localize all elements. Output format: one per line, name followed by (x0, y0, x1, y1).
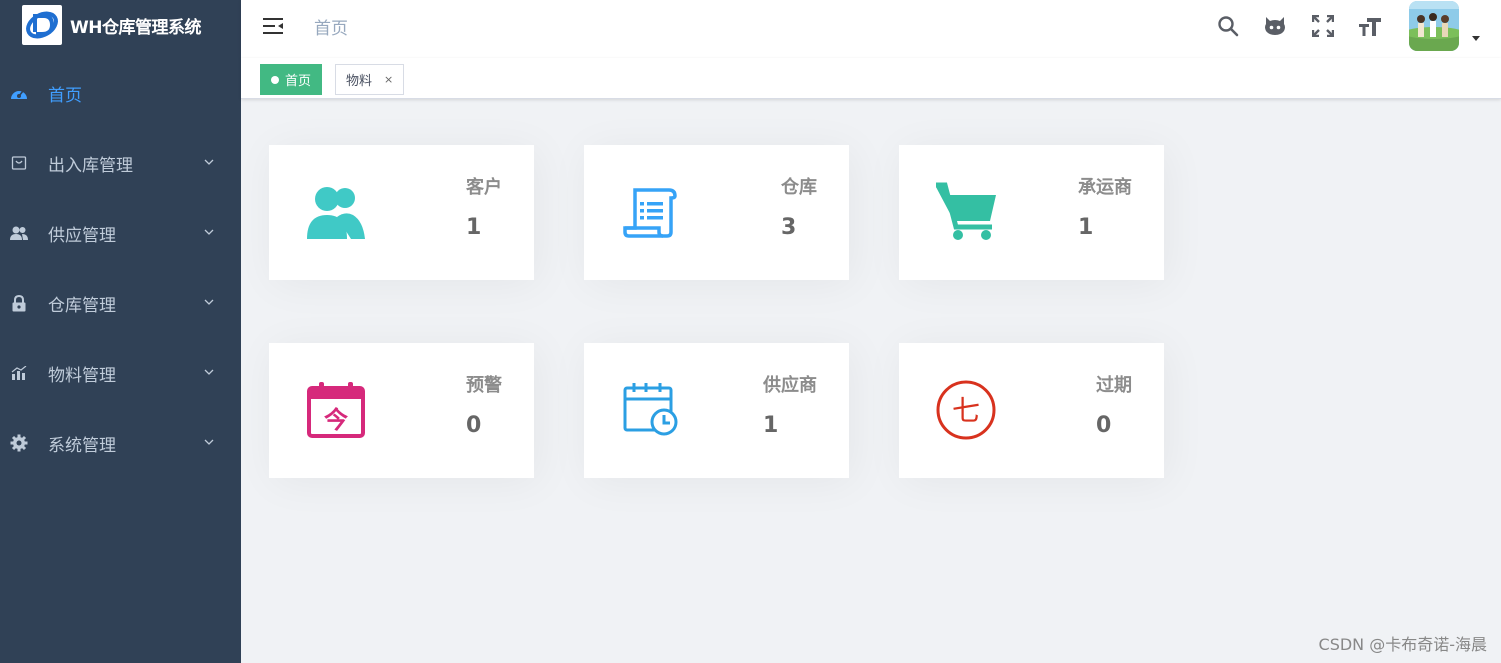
card-warnings[interactable]: 今 预警 0 (269, 343, 534, 478)
card-text: 供应商 1 (763, 375, 817, 438)
card-value: 3 (781, 215, 797, 240)
breadcrumb[interactable]: 首页 (314, 14, 348, 39)
chevron-down-icon (204, 229, 214, 235)
card-label: 供应商 (763, 375, 817, 396)
sidebar-item-system[interactable]: 系统管理 (0, 408, 241, 478)
card-value: 0 (1096, 413, 1112, 438)
card-text: 仓库 3 (781, 177, 817, 240)
card-value: 1 (466, 215, 482, 240)
card-text: 客户 1 (466, 177, 502, 240)
card-label: 过期 (1096, 375, 1132, 396)
logo[interactable]: WH仓库管理系统 (0, 0, 241, 50)
card-label: 客户 (466, 177, 502, 198)
chevron-down-icon (204, 439, 214, 445)
font-size-icon[interactable] (1357, 13, 1383, 39)
peoples-icon (10, 224, 28, 242)
card-customers[interactable]: 客户 1 (269, 145, 534, 280)
sidebar-item-label: 首页 (48, 85, 82, 106)
tag-label: 首页 (285, 74, 312, 89)
card-label: 预警 (466, 375, 502, 396)
active-dot-icon (271, 75, 279, 84)
cart-icon (931, 177, 1001, 247)
avatar[interactable] (1409, 1, 1459, 51)
logo-icon (22, 5, 62, 45)
navbar: 首页 (241, 0, 1501, 58)
card-text: 承运商 1 (1078, 177, 1132, 240)
card-value: 1 (763, 413, 779, 438)
sidebar-menu: 首页 出入库管理 供应管理 仓库管理 物料管理 系统管理 (0, 58, 241, 478)
sidebar-item-label: 出入库管理 (48, 155, 133, 176)
sidebar-item-label: 物料管理 (48, 365, 116, 386)
github-icon[interactable] (1262, 13, 1288, 39)
tag-home[interactable]: 首页 (260, 64, 323, 95)
watermark: CSDN @卡布奇诺-海晨 (1318, 635, 1487, 654)
tag-label: 物料 (346, 74, 373, 89)
tags-view: 首页 物料 × (241, 58, 1501, 99)
hamburger-icon[interactable] (261, 14, 285, 38)
lock-icon (10, 294, 28, 312)
card-value: 0 (466, 413, 482, 438)
seven-circle-icon: 七 (931, 375, 1001, 445)
sidebar-item-material[interactable]: 物料管理 (0, 338, 241, 408)
app-title: WH仓库管理系统 (70, 17, 201, 38)
chevron-down-icon (204, 159, 214, 165)
sidebar-item-home[interactable]: 首页 (0, 58, 241, 128)
calendar-today-icon: 今 (301, 375, 371, 445)
card-text: 预警 0 (466, 375, 502, 438)
card-expired[interactable]: 七 过期 0 (899, 343, 1164, 478)
chart-icon (10, 364, 28, 382)
sidebar-item-stock-io[interactable]: 出入库管理 (0, 128, 241, 198)
dashboard-icon (10, 84, 28, 102)
card-carriers[interactable]: 承运商 1 (899, 145, 1164, 280)
card-suppliers[interactable]: 供应商 1 (584, 343, 849, 478)
svg-text:今: 今 (324, 406, 348, 434)
sidebar-item-label: 供应管理 (48, 225, 116, 246)
caret-down-icon[interactable] (1472, 36, 1480, 41)
calendar-clock-icon (616, 375, 686, 445)
users-icon (301, 177, 371, 247)
card-text: 过期 0 (1096, 375, 1132, 438)
sidebar-item-warehouse[interactable]: 仓库管理 (0, 268, 241, 338)
close-icon[interactable]: × (384, 73, 393, 86)
sidebar-item-supply[interactable]: 供应管理 (0, 198, 241, 268)
fullscreen-icon[interactable] (1310, 13, 1336, 39)
sidebar-item-label: 系统管理 (48, 435, 116, 456)
sidebar: WH仓库管理系统 首页 出入库管理 供应管理 仓库管理 物料管理 系统管理 (0, 0, 241, 663)
scroll-list-icon (616, 177, 686, 247)
search-icon[interactable] (1215, 13, 1241, 39)
card-warehouses[interactable]: 仓库 3 (584, 145, 849, 280)
svg-text:七: 七 (952, 394, 980, 427)
shopping-bag-icon (10, 154, 28, 172)
card-value: 1 (1078, 215, 1094, 240)
chevron-down-icon (204, 369, 214, 375)
gear-icon (10, 434, 28, 452)
card-label: 仓库 (781, 177, 817, 198)
tag-material[interactable]: 物料 × (335, 64, 405, 95)
chevron-down-icon (204, 299, 214, 305)
card-label: 承运商 (1078, 177, 1132, 198)
sidebar-item-label: 仓库管理 (48, 295, 116, 316)
